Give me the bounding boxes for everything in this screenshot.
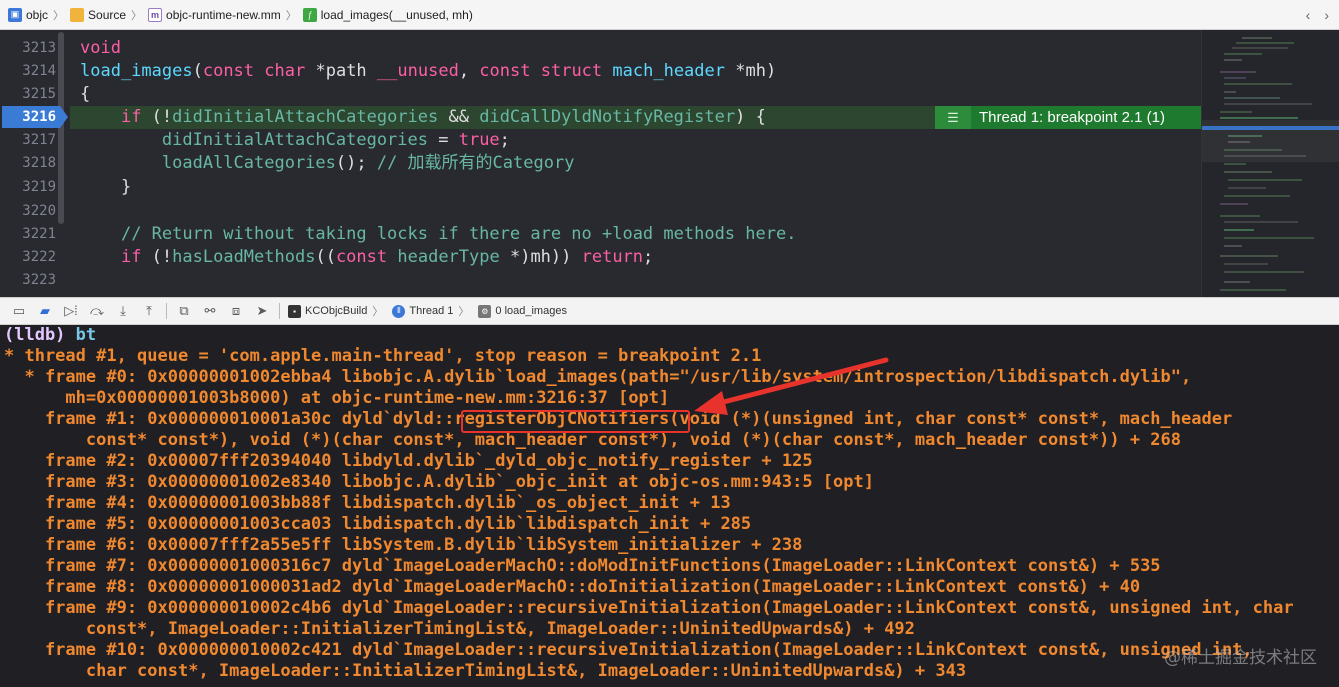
gutter-scroll-thumb — [58, 32, 64, 224]
lldb-prompt: (lldb) — [4, 325, 66, 345]
breadcrumb-objc[interactable]: ▣ objc 〉 — [8, 7, 70, 23]
console-line: frame #3: 0x00000001002e8340 libobjc.A.d… — [4, 472, 874, 492]
debug-breadcrumb-thread[interactable]: ⦀ Thread 1 〉 — [392, 303, 474, 319]
breadcrumb-source[interactable]: Source 〉 — [70, 7, 148, 23]
folder-icon — [70, 7, 85, 22]
console-line: frame #6: 0x00007fff2a55e5ff libSystem.B… — [4, 535, 803, 555]
debug-breadcrumb-target[interactable]: ▪ KCObjcBuild 〉 — [288, 303, 388, 319]
minimap[interactable] — [1201, 30, 1339, 297]
simulate-location-icon[interactable]: ➤ — [249, 298, 275, 324]
debug-breadcrumb-frame[interactable]: ⚙ 0 load_images — [478, 304, 567, 318]
console-line: * thread #1, queue = 'com.apple.main-thr… — [4, 346, 762, 366]
console-line: frame #10: 0x000000010002c421 dyld`Image… — [4, 640, 1253, 660]
chevron-right-icon[interactable]: › — [1324, 7, 1329, 23]
step-over-icon[interactable]: ⤼ — [84, 298, 110, 324]
console-line: const*, ImageLoader::InitializerTimingLi… — [4, 619, 915, 639]
line-number-current: 3216 — [22, 109, 56, 125]
code-line: didInitialAttachCategories = true; — [161, 130, 510, 150]
code-line: } — [120, 177, 132, 197]
chevron-right-icon: 〉 — [131, 9, 143, 22]
jumpbar-nav: ‹ › — [1306, 0, 1339, 30]
code-area[interactable]: void load_images(const char *path __unus… — [80, 30, 1200, 297]
chevron-right-icon: 〉 — [53, 9, 65, 22]
line-number: 3215 — [22, 86, 56, 102]
breadcrumb-file[interactable]: m objc-runtime-new.mm 〉 — [148, 7, 303, 23]
project-icon: ▣ — [8, 7, 22, 22]
hide-debug-area-icon[interactable]: ▭ — [6, 298, 32, 324]
lldb-command: bt — [75, 325, 97, 345]
line-number: 3219 — [22, 179, 56, 195]
view-hierarchy-icon[interactable]: ⧉ — [171, 298, 197, 324]
continue-icon[interactable]: ▷⁞ — [58, 298, 84, 324]
console-line: frame #9: 0x000000010002c4b6 dyld`ImageL… — [4, 598, 1294, 618]
code-line-current: if (!didInitialAttachCategories && didCa… — [120, 107, 766, 127]
memory-graph-icon[interactable]: ⚯ — [197, 298, 223, 324]
breadcrumb-function[interactable]: f load_images(__unused, mh) — [302, 7, 473, 22]
console-line: * frame #0: 0x00000001002ebba4 libobjc.A… — [4, 367, 1192, 387]
console-line: frame #5: 0x00000001003cca03 libdispatch… — [4, 514, 752, 534]
thread-breakpoint-annotation[interactable]: ☰ Thread 1: breakpoint 2.1 (1) — [935, 106, 1201, 129]
chevron-right-icon: 〉 — [372, 306, 384, 318]
code-line: load_images(const char *path __unused, c… — [80, 61, 777, 81]
chevron-right-icon: 〉 — [458, 306, 470, 318]
step-into-icon[interactable]: ⤓ — [110, 298, 136, 324]
line-number: 3222 — [22, 249, 56, 265]
chevron-left-icon[interactable]: ‹ — [1306, 7, 1311, 23]
jump-bar: ▣ objc 〉 Source 〉 m objc-runtime-new.mm … — [0, 0, 1339, 30]
code-line: { — [80, 84, 91, 104]
function-icon: f — [302, 7, 317, 22]
source-editor[interactable]: 3213 3214 3215 3216 3217 3218 3219 3220 … — [0, 30, 1339, 297]
code-line: void — [80, 38, 121, 58]
line-number: 3220 — [22, 203, 56, 219]
frame-icon: ⚙ — [478, 304, 492, 318]
line-number: 3223 — [22, 272, 56, 288]
line-number: 3218 — [22, 155, 56, 171]
code-line: if (!hasLoadMethods((const headerType *)… — [120, 247, 654, 267]
divider — [279, 303, 280, 319]
chevron-right-icon: 〉 — [285, 9, 297, 22]
line-number: 3217 — [22, 132, 56, 148]
console-line: mh=0x00000001003b8000) at objc-runtime-n… — [4, 388, 670, 408]
console-line: const* const*), void (*)(char const*, ma… — [4, 430, 1182, 450]
breakpoints-toggle-icon[interactable]: ▰ — [32, 298, 58, 324]
debug-bar: ▭ ▰ ▷⁞ ⤼ ⤓ ⤒ ⧉ ⚯ ⧈ ➤ ▪ KCObjcBuild 〉 ⦀ T… — [0, 297, 1339, 325]
code-line: // Return without taking locks if there … — [120, 224, 797, 244]
divider — [166, 303, 167, 319]
lldb-console[interactable]: (lldb) bt * thread #1, queue = 'com.appl… — [0, 325, 1339, 687]
thread-icon: ⦀ — [392, 304, 406, 318]
minimap-current-line — [1202, 126, 1339, 130]
highlight-box-register-objc-notifiers — [461, 410, 690, 433]
environment-overrides-icon[interactable]: ⧈ — [223, 298, 249, 324]
minimap-code-preview — [1220, 37, 1314, 291]
line-number-gutter[interactable]: 3213 3214 3215 3216 3217 3218 3219 3220 … — [0, 30, 70, 297]
console-prompt-line: (lldb) bt — [4, 325, 96, 346]
step-out-icon[interactable]: ⤒ — [136, 298, 162, 324]
code-line: loadAllCategories(); // 加载所有的Category — [161, 153, 575, 173]
line-number: 3214 — [22, 63, 56, 79]
line-number: 3213 — [22, 40, 56, 56]
console-line: frame #7: 0x00000001000316c7 dyld`ImageL… — [4, 556, 1161, 576]
watermark: @稀土掘金技术社区 — [1164, 648, 1317, 668]
annotation-text: Thread 1: breakpoint 2.1 (1) — [979, 109, 1165, 126]
console-line: frame #8: 0x00000001000031ad2 dyld`Image… — [4, 577, 1141, 597]
objc-file-icon: m — [148, 7, 163, 22]
target-icon: ▪ — [288, 304, 301, 318]
console-line: char const*, ImageLoader::InitializerTim… — [4, 661, 967, 681]
line-number: 3221 — [22, 226, 56, 242]
console-line: frame #4: 0x00000001003bb88f libdispatch… — [4, 493, 731, 513]
console-line: frame #2: 0x00007fff20394040 libdyld.dyl… — [4, 451, 813, 471]
list-icon: ☰ — [935, 106, 971, 129]
